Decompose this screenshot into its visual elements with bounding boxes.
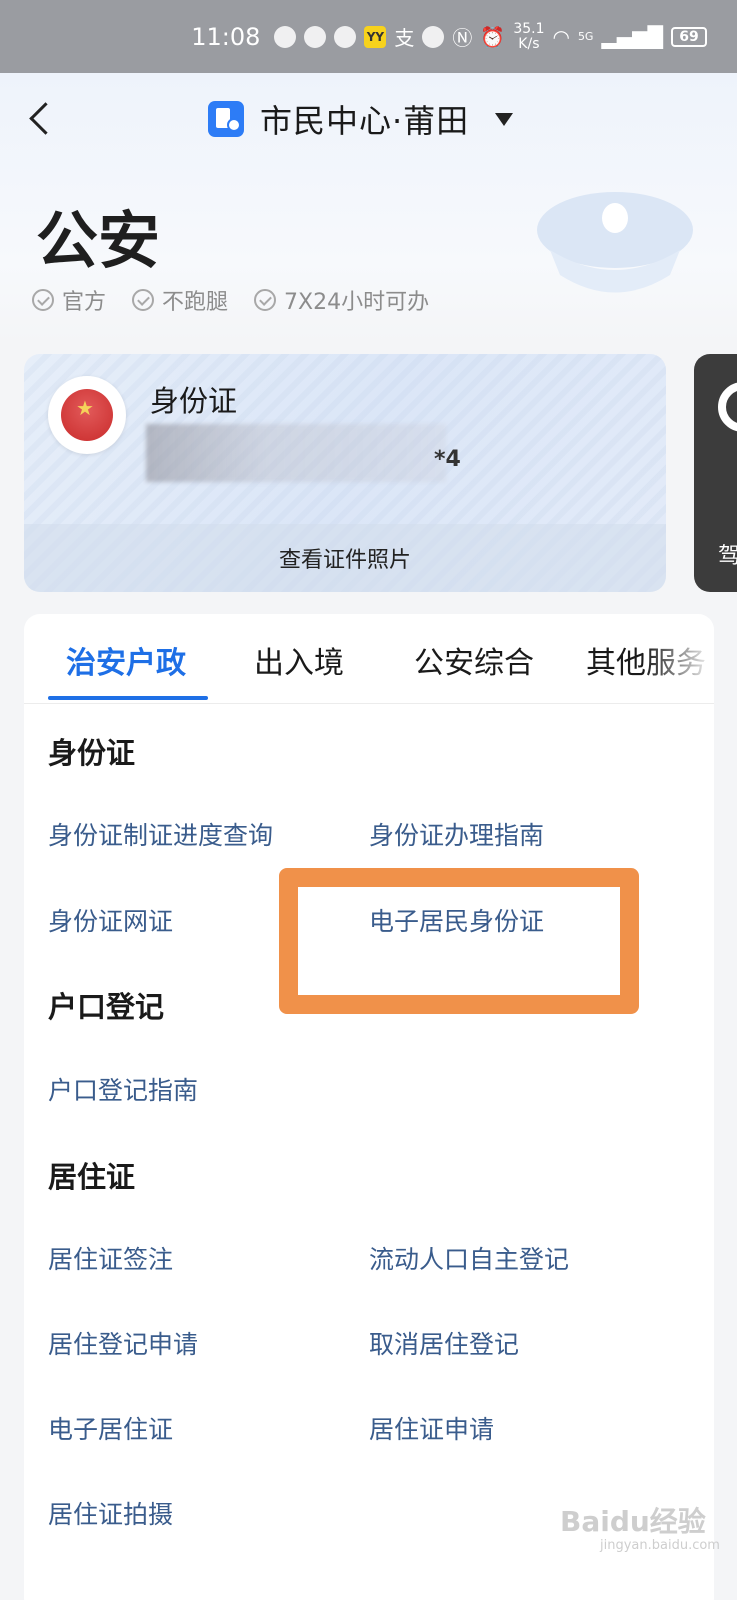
badge-no-visit: 不跑腿 — [132, 284, 228, 316]
link-id-progress[interactable]: 身份证制证进度查询 — [48, 816, 273, 852]
badge-label: 官方 — [62, 290, 107, 315]
service-badges: 官方 不跑腿 7X24小时可办 — [32, 284, 429, 316]
police-hat-icon — [537, 192, 693, 293]
driver-card-ring-icon — [718, 382, 737, 432]
tab-fade — [644, 614, 714, 702]
link-cancel-residence[interactable]: 取消居住登记 — [369, 1325, 519, 1361]
network-speed: 35.1 K/s — [513, 20, 545, 52]
alarm-icon: ⏰ — [480, 24, 506, 49]
signal-icon: ▂▄▆█ — [601, 24, 663, 49]
app-notification-icon — [274, 25, 297, 48]
id-number-suffix: *4 — [434, 447, 461, 472]
baidu-watermark: Baidu经验 — [560, 1505, 706, 1538]
id-card-title: 身份证 — [150, 384, 238, 418]
tab-public-security-household[interactable]: 治安户政 — [66, 638, 186, 682]
citizen-center-icon — [208, 101, 244, 137]
link-residence-photo[interactable]: 居住证拍摄 — [48, 1495, 173, 1531]
badge-label: 不跑腿 — [162, 290, 229, 315]
status-bar: 11:08 YY 支 Ⓝ ⏰ 35.1 K/s ◠ 5G ▂▄▆█ 69 — [0, 0, 737, 73]
link-electronic-residence[interactable]: 电子居住证 — [48, 1410, 173, 1446]
id-card[interactable]: 身份证 *4 查看证件照片 — [24, 354, 666, 592]
nav-title: 市民中心·莆田 — [260, 102, 470, 140]
signal-label: 5G — [577, 30, 594, 43]
network-speed-unit: K/s — [518, 35, 540, 52]
section-title-residence: 居住证 — [48, 1160, 136, 1194]
check-circle-icon — [254, 289, 277, 311]
alipay-icon: 支 — [394, 26, 415, 50]
highlight-annotation — [279, 868, 639, 1014]
tab-exit-entry[interactable]: 出入境 — [254, 638, 344, 682]
wifi-icon: ◠ — [552, 24, 570, 49]
check-circle-icon — [32, 289, 54, 311]
app-icon — [422, 25, 445, 48]
badge-24x7: 7X24小时可办 — [254, 284, 429, 316]
link-residence-permit-apply[interactable]: 居住证申请 — [369, 1410, 494, 1446]
nfc-icon: Ⓝ — [452, 26, 473, 50]
link-residence-endorse[interactable]: 居住证签注 — [48, 1240, 173, 1276]
status-time: 11:08 — [191, 22, 261, 51]
nav-bar: 市民中心·莆田 — [0, 73, 737, 163]
link-id-guide[interactable]: 身份证办理指南 — [369, 816, 544, 852]
category-tabs: 治安户政 出入境 公安综合 其他服务 — [24, 614, 714, 704]
badge-label: 7X24小时可办 — [284, 290, 430, 315]
city-selector[interactable]: 市民中心·莆田 — [208, 97, 514, 141]
services-panel: 治安户政 出入境 公安综合 其他服务 身份证 身份证制证进度查询 身份证办理指南… — [24, 614, 714, 1600]
page-title: 公安 — [36, 204, 161, 277]
check-circle-icon — [132, 289, 155, 311]
caret-down-icon — [495, 112, 514, 126]
section-title-hukou: 户口登记 — [48, 990, 165, 1024]
link-hukou-guide[interactable]: 户口登记指南 — [48, 1071, 198, 1107]
baidu-watermark-url: jingyan.baidu.com — [600, 1538, 720, 1553]
wechat-icon — [304, 25, 327, 48]
driver-card-label: 驾 — [718, 544, 737, 569]
driver-license-card[interactable]: 驾 — [694, 354, 737, 592]
battery-icon: 69 — [671, 26, 707, 47]
link-id-netcert[interactable]: 身份证网证 — [48, 902, 173, 938]
yy-icon: YY — [364, 25, 387, 48]
view-photo-button[interactable]: 查看证件照片 — [24, 524, 666, 592]
badge-official: 官方 — [32, 284, 106, 316]
link-floating-population-register[interactable]: 流动人口自主登记 — [369, 1240, 569, 1276]
link-residence-apply-register[interactable]: 居住登记申请 — [48, 1325, 198, 1361]
section-title-id: 身份证 — [48, 736, 136, 770]
network-speed-value: 35.1 — [513, 20, 545, 37]
audio-icon — [334, 25, 357, 48]
id-number-blurred — [146, 424, 446, 482]
national-emblem-icon — [48, 376, 126, 454]
tab-indicator — [48, 696, 208, 700]
back-button[interactable] — [22, 101, 58, 137]
tab-police-general[interactable]: 公安综合 — [414, 638, 534, 682]
